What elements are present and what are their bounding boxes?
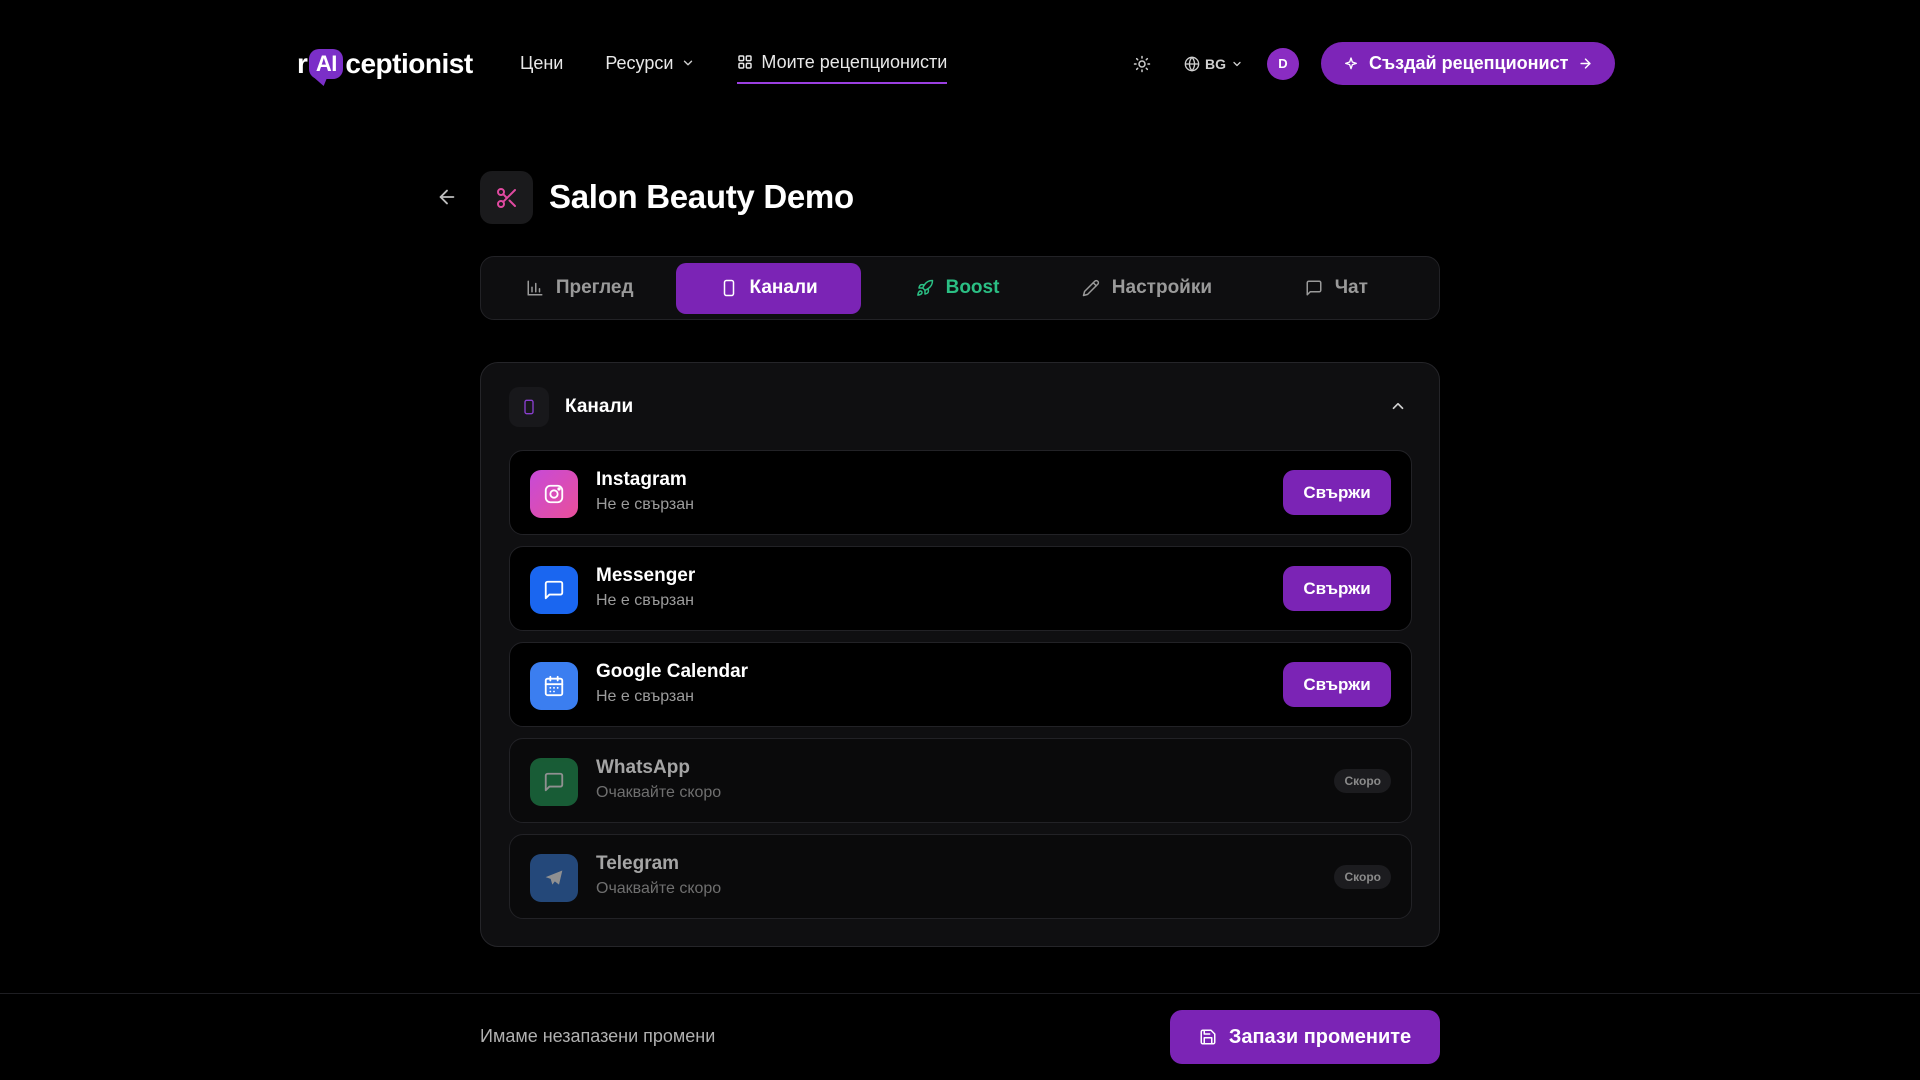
tab-channels-label: Канали: [749, 277, 818, 298]
channel-google-calendar: Google Calendar Не е свързан Свържи: [509, 642, 1412, 727]
nav-my-receptionists-link[interactable]: Моите рецепционисти: [737, 48, 948, 84]
smartphone-icon: [720, 279, 738, 297]
chevron-up-icon[interactable]: [1389, 397, 1409, 417]
channel-status: Не е свързан: [596, 592, 694, 609]
channel-status: Очаквайте скоро: [596, 880, 722, 897]
nav-links: Цени Ресурси Моите рецепционисти: [520, 48, 989, 84]
pencil-icon: [1082, 279, 1100, 297]
channel-name: Instagram: [596, 469, 687, 490]
nav-my-receptionists-label: Моите рецепционисти: [761, 51, 948, 72]
create-receptionist-label: Създай рецепционист: [1369, 53, 1569, 73]
instagram-icon: [530, 470, 578, 518]
channel-status: Не е свързан: [596, 496, 694, 513]
save-changes-button[interactable]: Запази промените: [1170, 1010, 1440, 1064]
tab-settings-label: Настройки: [1111, 277, 1213, 298]
messenger-icon: [530, 566, 578, 614]
channel-whatsapp: WhatsApp Очаквайте скоро Скоро: [509, 738, 1412, 823]
tab-boost-label: Boost: [945, 277, 1000, 298]
nav-prices-link[interactable]: Цени: [520, 48, 563, 78]
language-code: BG: [1205, 55, 1226, 72]
footer-divider: [0, 993, 1920, 994]
create-receptionist-button[interactable]: Създай рецепционист: [1321, 42, 1616, 85]
channel-status: Не е свързан: [596, 688, 694, 705]
tab-chat[interactable]: Чат: [1244, 263, 1429, 314]
save-icon: [1199, 1028, 1217, 1046]
connect-instagram-button[interactable]: Свържи: [1283, 470, 1391, 515]
channel-telegram: Telegram Очаквайте скоро Скоро: [509, 834, 1412, 919]
tab-overview[interactable]: Преглед: [487, 263, 672, 314]
language-selector[interactable]: BG: [1184, 56, 1243, 72]
tab-settings[interactable]: Настройки: [1054, 263, 1239, 314]
unsaved-changes-text: Имаме незапазени промени: [480, 1026, 716, 1046]
nav-resources-label: Ресурси: [605, 52, 674, 73]
calendar-icon: [530, 662, 578, 710]
chat-icon: [1305, 279, 1323, 297]
coming-soon-badge: Скоро: [1334, 769, 1391, 793]
channel-name: Google Calendar: [596, 661, 749, 682]
tab-bar: Преглед Канали Boost Настройки Чат: [480, 256, 1440, 320]
sparkle-icon: [1343, 56, 1359, 72]
smartphone-icon: [509, 387, 549, 427]
globe-icon: [1184, 55, 1200, 72]
logo[interactable]: r AI ceptionist: [297, 44, 473, 84]
page-title: Salon Beauty Demo: [549, 178, 854, 215]
channel-name: WhatsApp: [596, 757, 690, 778]
channels-panel-title: Канали: [565, 396, 634, 417]
bar-chart-icon: [526, 279, 544, 297]
logo-prefix: r: [297, 48, 308, 79]
grid-icon: [737, 54, 753, 70]
channels-panel-header: Канали: [509, 387, 633, 427]
tab-channels[interactable]: Канали: [676, 262, 861, 314]
channel-name: Telegram: [596, 853, 680, 874]
channel-instagram: Instagram Не е свързан Свържи: [509, 450, 1412, 535]
whatsapp-icon: [530, 758, 578, 806]
channel-status: Очаквайте скоро: [596, 784, 722, 801]
nav-resources-dropdown[interactable]: Ресурси: [605, 48, 695, 78]
tab-boost[interactable]: Boost: [865, 263, 1050, 314]
top-navigation: r AI ceptionist Цени Ресурси Моите рецеп…: [0, 0, 1920, 128]
logo-suffix: ceptionist: [345, 48, 473, 79]
nav-right-group: BG D Създай рецепционист: [1130, 42, 1616, 85]
chevron-down-icon: [681, 56, 695, 70]
connect-google-calendar-button[interactable]: Свържи: [1283, 662, 1391, 707]
connect-messenger-button[interactable]: Свържи: [1283, 566, 1391, 611]
user-avatar[interactable]: D: [1267, 47, 1299, 80]
arrow-right-icon: [1578, 56, 1593, 71]
channel-name: Messenger: [596, 565, 696, 586]
channel-messenger: Messenger Не е свързан Свържи: [509, 546, 1412, 631]
scissors-icon: [480, 171, 533, 224]
chevron-down-icon: [1231, 58, 1243, 70]
back-arrow-icon[interactable]: [436, 186, 460, 210]
coming-soon-badge: Скоро: [1334, 865, 1391, 889]
save-changes-label: Запази промените: [1228, 1025, 1412, 1048]
channels-panel: Канали Instagram Не е свързан Свържи Mes…: [480, 362, 1440, 947]
tab-overview-label: Преглед: [555, 277, 634, 298]
telegram-icon: [530, 854, 578, 902]
theme-toggle-sun-icon[interactable]: [1130, 52, 1154, 76]
logo-ai-badge: AI: [309, 49, 344, 79]
nav-prices-label: Цени: [520, 52, 564, 73]
rocket-icon: [916, 279, 934, 297]
tab-chat-label: Чат: [1334, 277, 1368, 298]
